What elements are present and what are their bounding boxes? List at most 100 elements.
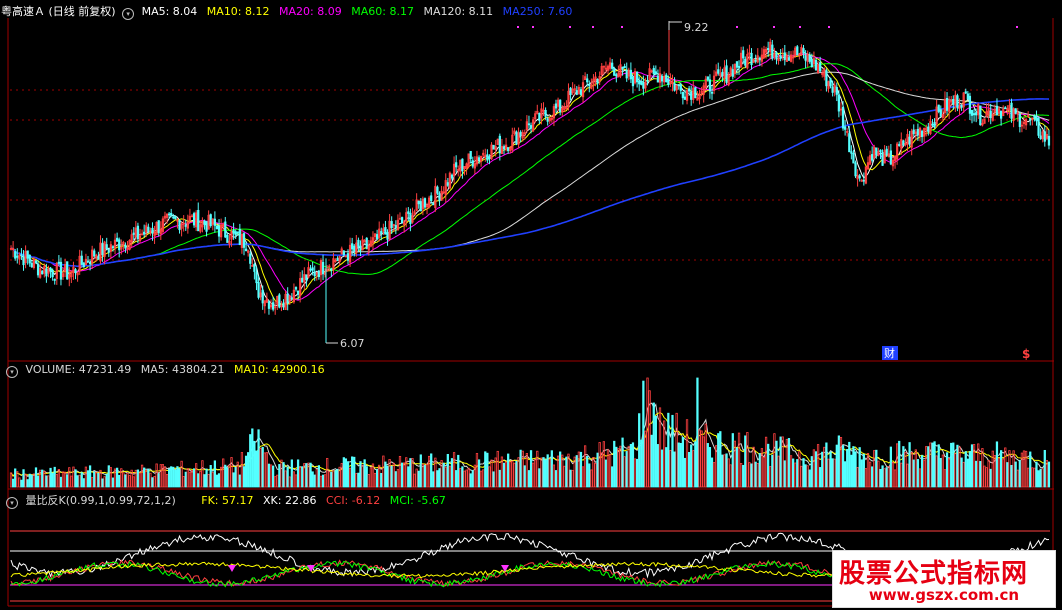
signal-dot [532, 26, 534, 28]
candle-down [999, 110, 1003, 119]
volume-bar-up [292, 471, 296, 488]
volume-bar-up [274, 476, 277, 488]
volume-bar-down [831, 458, 834, 488]
volume-bar-down [446, 453, 449, 488]
volume-bar-up [326, 457, 329, 488]
volume-bar-up [161, 464, 165, 488]
dividend-marker-text: $ [1022, 347, 1030, 361]
volume-bar-down [34, 467, 38, 488]
volume-bar-up [929, 442, 932, 488]
candle-down [488, 156, 491, 159]
volume-bar-up [700, 430, 703, 488]
volume-bar-down [409, 458, 412, 488]
indicator-panel-header: ▾ 量比反K(0.99,1,0.99,72,1,2) FK: 57.17 XK:… [6, 492, 446, 509]
volume-bar-up [440, 460, 443, 488]
volume-bar-down [841, 445, 845, 488]
candle-down [115, 237, 119, 242]
volume-bar-up [839, 437, 843, 488]
price-panel-header: 粤高速Ａ (日线 前复权) ▾ MA5: 8.04 MA10: 8.12 MA2… [1, 3, 572, 20]
candle-down [365, 237, 368, 249]
candle-down [101, 243, 104, 256]
volume-bar-down [492, 471, 495, 488]
volume-bar-up [883, 468, 886, 488]
volume-bar-down [432, 471, 435, 488]
volume-bar-down [654, 415, 657, 488]
volume-bar-down [829, 451, 832, 488]
volume-bar-down [1037, 470, 1040, 488]
volume-bar-up [207, 473, 210, 488]
candle-down [1010, 102, 1013, 119]
candle-down [49, 267, 52, 272]
candle-down [97, 256, 100, 260]
candle-down [172, 216, 175, 219]
volume-bar-down [775, 440, 778, 488]
candle-down [436, 186, 439, 194]
volume-bar-down [575, 455, 578, 488]
volume-bar-down [742, 464, 745, 488]
volume-bar-down [613, 440, 616, 488]
volume-bar-up [856, 467, 859, 488]
volume-bar-up [658, 407, 662, 488]
volume-bar-down [681, 437, 685, 488]
volume-bar-up [563, 465, 566, 488]
volume-bar-down [596, 452, 599, 488]
volume-bar-up [413, 473, 416, 488]
candle-down [105, 244, 108, 250]
candle-down [631, 76, 635, 87]
volume-bar-down [569, 469, 572, 488]
volume-bar-down [232, 472, 235, 488]
candle-down [989, 110, 992, 119]
volume-bar-up [155, 463, 158, 488]
circle-chevron-icon[interactable]: ▾ [6, 366, 18, 378]
volume-bar-down [819, 467, 822, 488]
volume-bar-up [806, 465, 809, 488]
candle-down [286, 293, 289, 304]
low-label-group: 6.07 [326, 337, 365, 350]
volume-bar-down [380, 472, 383, 488]
volume-bar-down [837, 435, 841, 488]
volume-bar-down [261, 446, 264, 488]
candle-down [34, 260, 38, 264]
volume-bar-up [72, 466, 75, 488]
volume-bar-up [195, 463, 198, 488]
volume-bar-up [398, 455, 402, 488]
volume-bar-down [498, 469, 501, 488]
candle-down [301, 277, 304, 283]
volume-bar-up [188, 471, 192, 488]
candle-down [559, 99, 562, 113]
volume-bar-down [417, 470, 420, 488]
volume-bar-down [515, 460, 518, 488]
ma10-line [10, 52, 1050, 306]
volume-bar-down [209, 465, 212, 488]
candle-down [527, 123, 531, 126]
volume-bar-down [97, 472, 100, 488]
volume-bar-down [939, 457, 942, 488]
volume-bar-down [502, 462, 506, 488]
candle-down [386, 232, 389, 240]
volume-bar-down [779, 436, 782, 488]
volume-bar-up [675, 412, 678, 488]
volume-bar-up [800, 465, 803, 488]
candle-down [118, 239, 121, 251]
circle-chevron-icon[interactable]: ▾ [6, 497, 18, 509]
volume-bar-up [211, 471, 214, 488]
volume-bar-down [908, 442, 911, 488]
volume-bar-down [710, 457, 714, 488]
candle-down [635, 71, 639, 83]
volume-bar-down [375, 469, 379, 488]
volume-bar-up [509, 461, 512, 488]
volume-bar-up [531, 462, 535, 488]
event-marker-finance[interactable]: 财 [882, 346, 898, 360]
volume-bar-up [186, 468, 189, 488]
event-marker-dividend[interactable]: $ [1022, 347, 1030, 361]
volume-bar-up [382, 455, 385, 488]
ma10-value: MA10: 8.12 [206, 5, 270, 18]
volume-bar-down [1035, 461, 1038, 488]
volume-bar-down [363, 459, 366, 488]
circle-chevron-icon[interactable]: ▾ [122, 8, 135, 20]
volume-bar-down [538, 468, 541, 488]
volume-bar-down [174, 469, 177, 488]
volume-bar-down [783, 460, 786, 488]
candle-down [147, 226, 150, 233]
candlesticks [9, 22, 1051, 343]
